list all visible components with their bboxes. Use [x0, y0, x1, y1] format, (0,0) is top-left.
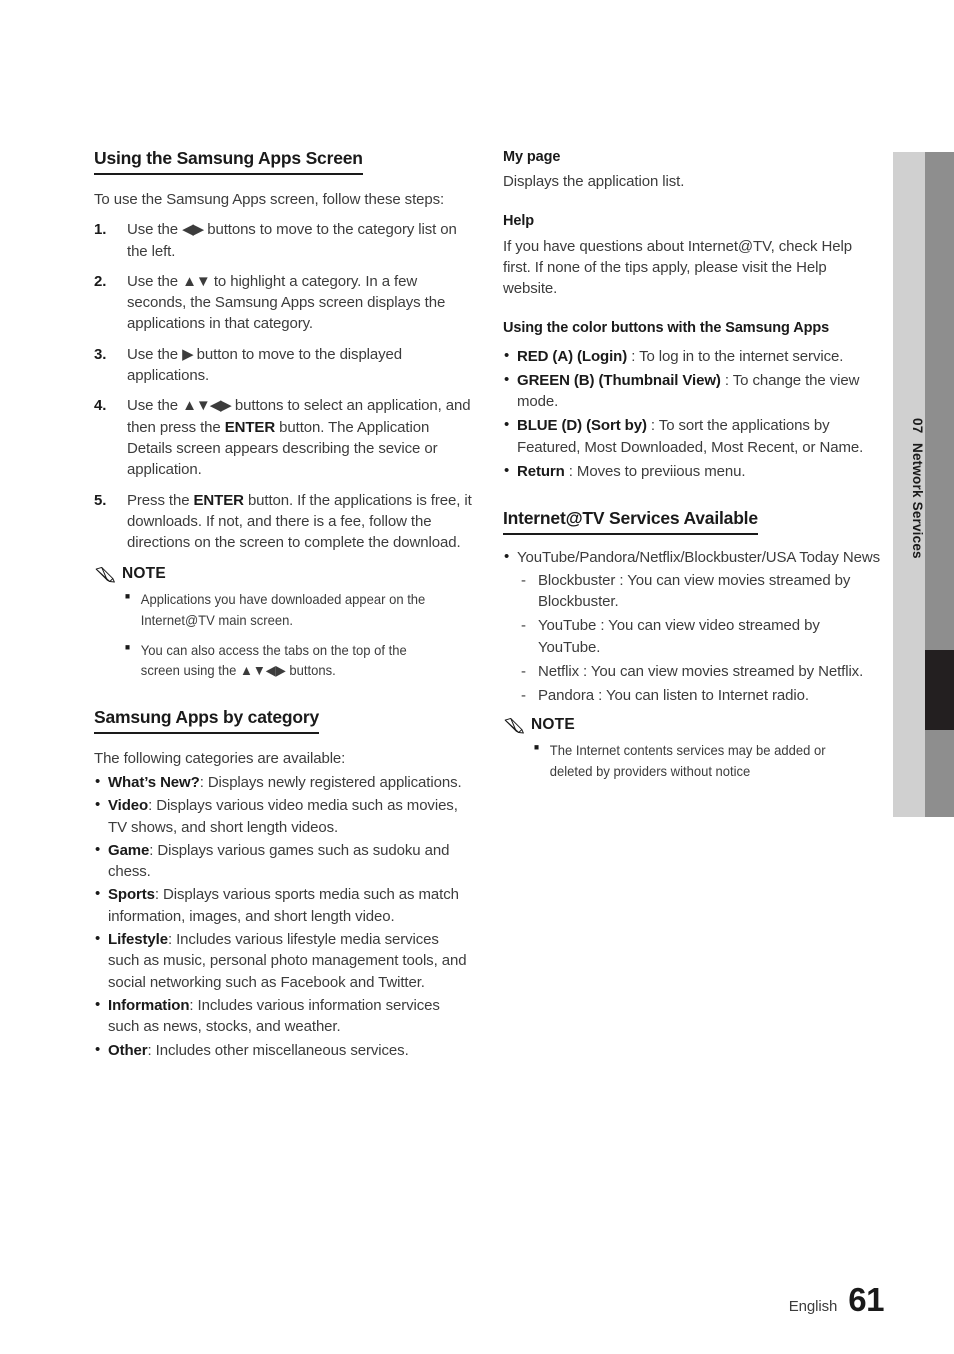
category-desc: : Includes other miscellaneous services. — [147, 1041, 409, 1059]
pencil-icon — [504, 717, 524, 734]
chapter-title: Network Services — [910, 442, 925, 559]
help-paragraph: If you have questions about Internet@TV,… — [503, 237, 852, 298]
category-term: Information — [108, 996, 190, 1014]
category-term: Video — [108, 797, 149, 815]
heading-text: Samsung Apps by category — [94, 707, 319, 734]
note-label: NOTE — [122, 565, 166, 583]
category-item: Sports: Displays various sports media su… — [94, 883, 472, 927]
subheading-my-page: My page — [503, 149, 561, 165]
numbered-steps-list: 1. Use the ◀▶ buttons to move to the cat… — [94, 219, 472, 553]
color-button-desc: : To log in to the internet service. — [627, 347, 844, 365]
arrow-glyph-right: ▶ — [182, 345, 194, 363]
note-item-list: The Internet contents services may be ad… — [503, 739, 881, 781]
color-buttons-list: RED (A) (Login) : To log in to the inter… — [503, 345, 881, 483]
note-item: Applications you have downloaded appear … — [125, 588, 448, 630]
color-button-item: RED (A) (Login) : To log in to the inter… — [503, 345, 881, 367]
category-item: Video: Displays various video media such… — [94, 794, 472, 838]
step-item: 3. Use the ▶ button to move to the displ… — [94, 344, 472, 387]
category-item: What’s New?: Displays newly registered a… — [94, 771, 472, 793]
right-column: My page Displays the application list. H… — [503, 148, 881, 781]
step-item: 5. Press the ENTER button. If the applic… — [94, 490, 472, 554]
category-desc: : Displays various video media such as m… — [108, 797, 458, 836]
enter-key-label: ENTER — [193, 491, 244, 509]
category-term: What’s New? — [108, 773, 200, 791]
step-text: Use the ▲▼◀▶ buttons to select an applic… — [127, 397, 471, 479]
color-button-item: Return : Moves to previious menu. — [503, 460, 881, 482]
category-intro-paragraph: The following categories are available: — [94, 749, 346, 767]
category-desc: : Displays various games such as sudoku … — [108, 841, 450, 881]
subheading-color-buttons: Using the color buttons with the Samsung… — [503, 320, 830, 337]
category-list: What’s New?: Displays newly registered a… — [94, 771, 472, 1061]
footer-page-number: 61 — [848, 1281, 884, 1318]
category-item: Other: Includes other miscellaneous serv… — [94, 1038, 472, 1061]
services-list: YouTube/Pandora/Netflix/Blockbuster/USA … — [503, 546, 881, 707]
step-number: 1. — [94, 221, 107, 239]
note-header: NOTE — [94, 565, 472, 583]
chapter-tab-black-marker — [925, 650, 954, 730]
step-item: 2. Use the ▲▼ to highlight a category. I… — [94, 271, 472, 335]
section-heading-services-available: Internet@TV Services Available — [503, 508, 881, 538]
note-item: You can also access the tabs on the top … — [125, 639, 448, 681]
step-number: 5. — [94, 491, 107, 509]
category-desc: : Displays newly registered applications… — [199, 773, 462, 791]
enter-key-label: ENTER — [224, 418, 276, 436]
manual-page: Using the Samsung Apps Screen To use the… — [0, 0, 954, 1354]
service-sub-item: Pandora : You can listen to Internet rad… — [517, 685, 881, 707]
service-sub-item: Netflix : You can view movies streamed b… — [517, 661, 881, 683]
note-label: NOTE — [531, 716, 575, 734]
note-item-list: Applications you have downloaded appear … — [94, 588, 472, 681]
pencil-icon — [95, 566, 115, 583]
color-button-term: RED (A) (Login) — [517, 347, 628, 365]
service-item: YouTube/Pandora/Netflix/Blockbuster/USA … — [503, 546, 881, 707]
service-sub-list: Blockbuster : You can view movies stream… — [517, 570, 881, 707]
category-item: Information: Includes various informatio… — [94, 994, 472, 1038]
arrow-glyphs-all: ▲▼◀▶ — [182, 397, 232, 415]
chapter-number: 07 — [910, 418, 925, 434]
note-header: NOTE — [503, 716, 881, 734]
category-term: Lifestyle — [108, 931, 168, 949]
chapter-tab: 07 Network Services — [893, 152, 954, 817]
color-button-item: BLUE (D) (Sort by) : To sort the applica… — [503, 414, 881, 458]
page-footer: English 61 — [0, 1281, 885, 1318]
step-text: Use the ▶ button to move to the displaye… — [127, 345, 403, 385]
step-text: Press the ENTER button. If the applicati… — [127, 491, 472, 552]
color-button-item: GREEN (B) (Thumbnail View) : To change t… — [503, 369, 881, 413]
color-button-term: BLUE (D) (Sort by) — [517, 417, 647, 435]
service-sub-item: Blockbuster : You can view movies stream… — [517, 570, 881, 613]
heading-text: Using the Samsung Apps Screen — [94, 148, 363, 175]
my-page-paragraph: Displays the application list. — [503, 173, 685, 191]
arrow-glyphs-up-down: ▲▼ — [182, 272, 211, 290]
service-sub-item: YouTube : You can view video streamed by… — [517, 615, 881, 658]
step-number: 4. — [94, 397, 107, 415]
step-text: Use the ▲▼ to highlight a category. In a… — [127, 272, 446, 333]
color-button-term: GREEN (B) (Thumbnail View) — [517, 371, 721, 389]
arrow-glyphs-left-right: ◀▶ — [182, 221, 204, 239]
section-heading-samsung-apps-by-category: Samsung Apps by category — [94, 707, 472, 737]
left-column: Using the Samsung Apps Screen To use the… — [94, 148, 472, 1063]
category-term: Other — [108, 1041, 148, 1059]
step-text: Use the ◀▶ buttons to move to the catego… — [127, 221, 457, 260]
color-button-desc: : Moves to previious menu. — [564, 463, 746, 481]
step-item: 4. Use the ▲▼◀▶ buttons to select an app… — [94, 395, 472, 480]
note-block: NOTE Applications you have downloaded ap… — [94, 565, 472, 680]
heading-text: Internet@TV Services Available — [503, 508, 758, 536]
footer-language: English — [788, 1298, 838, 1315]
note-item: The Internet contents services may be ad… — [534, 739, 857, 781]
category-item: Lifestyle: Includes various lifestyle me… — [94, 928, 472, 993]
step-number: 2. — [94, 272, 107, 290]
step-number: 3. — [94, 345, 107, 363]
category-term: Game — [108, 841, 150, 859]
color-button-term: Return — [517, 463, 565, 481]
category-term: Sports — [108, 886, 155, 904]
section-heading-using-samsung-apps: Using the Samsung Apps Screen — [94, 148, 472, 178]
category-item: Game: Displays various games such as sud… — [94, 839, 472, 883]
category-desc: : Displays various sports media such as … — [108, 886, 459, 925]
step-item: 1. Use the ◀▶ buttons to move to the cat… — [94, 219, 472, 262]
intro-paragraph: To use the Samsung Apps screen, follow t… — [94, 191, 445, 208]
note-block: NOTE The Internet contents services may … — [503, 716, 881, 781]
chapter-tab-text: 07 Network Services — [893, 152, 925, 817]
service-item-text: YouTube/Pandora/Netflix/Blockbuster/USA … — [517, 549, 880, 567]
subheading-help: Help — [503, 213, 535, 230]
